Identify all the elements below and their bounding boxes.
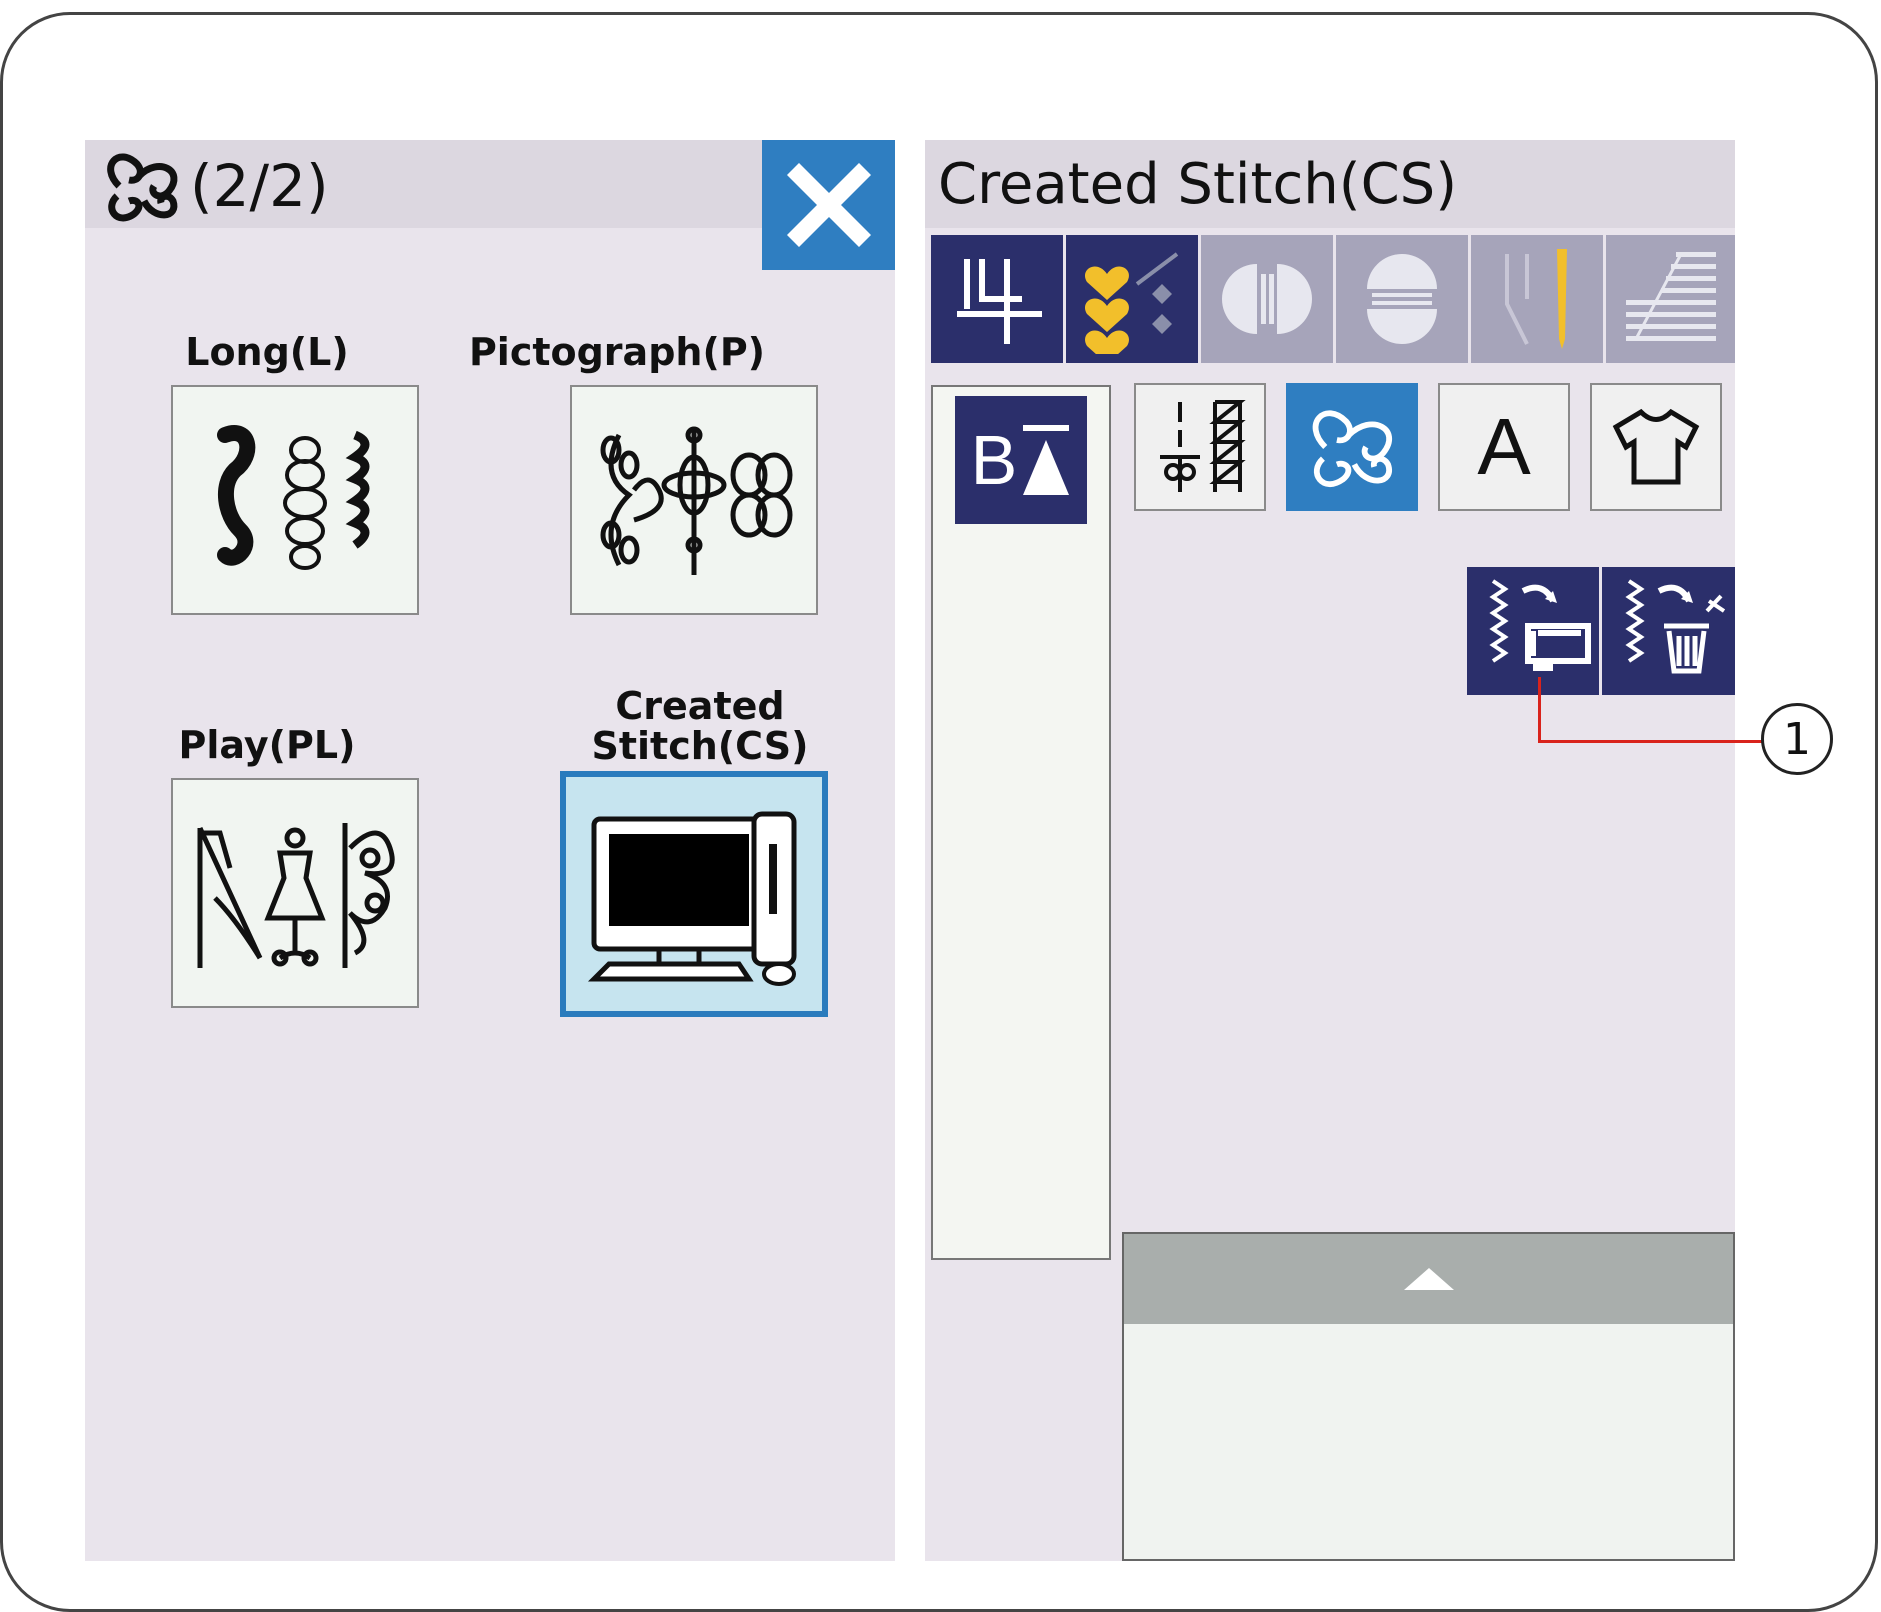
play-stitch-icon bbox=[197, 823, 395, 968]
stitch-bz-button[interactable]: B bbox=[955, 396, 1087, 524]
tab-decorative-hearts[interactable] bbox=[1066, 235, 1198, 363]
category-play-button[interactable] bbox=[171, 778, 419, 1008]
callout-number: 1 bbox=[1761, 703, 1833, 775]
callout-line-horizontal bbox=[1538, 740, 1762, 743]
trash-icon bbox=[1624, 579, 1725, 674]
send-to-machine-icon bbox=[1489, 579, 1591, 671]
close-icon bbox=[786, 163, 871, 247]
garment-button[interactable] bbox=[1590, 383, 1722, 511]
utility-stitch-button[interactable] bbox=[1134, 383, 1266, 511]
tab-needle[interactable] bbox=[1471, 235, 1603, 363]
computer-icon bbox=[587, 811, 797, 986]
buttonhole-icon bbox=[1222, 264, 1312, 334]
callout-line-vertical bbox=[1538, 677, 1541, 742]
long-stitch-icon bbox=[217, 425, 370, 570]
decorative-stitch-icon bbox=[1312, 410, 1393, 488]
category-created-stitch-button[interactable] bbox=[560, 771, 828, 1017]
category-label-play: Play(PL) bbox=[178, 723, 356, 767]
hearts-icon bbox=[1085, 252, 1179, 354]
category-label-pictograph: Pictograph(P) bbox=[468, 330, 766, 374]
scroll-up-button[interactable] bbox=[1124, 1234, 1733, 1324]
created-stitch-header: Created Stitch(CS) bbox=[925, 140, 1735, 228]
category-label-long: Long(L) bbox=[185, 330, 349, 374]
bz-letter: B bbox=[970, 421, 1018, 499]
decorative-stitch-icon bbox=[107, 153, 178, 222]
page-title: Created Stitch(CS) bbox=[938, 152, 1458, 217]
letter-font-button[interactable]: A bbox=[1438, 383, 1570, 511]
quilting-icon bbox=[1625, 252, 1716, 341]
category-long-button[interactable] bbox=[171, 385, 419, 615]
tab-presser-foot[interactable] bbox=[931, 235, 1063, 363]
tab-satin[interactable] bbox=[1336, 235, 1468, 363]
delete-stitch-button[interactable] bbox=[1602, 567, 1735, 695]
shirt-icon bbox=[1612, 408, 1700, 485]
stitch-preview-area bbox=[1122, 1232, 1735, 1561]
decorative-stitch-button[interactable] bbox=[1286, 383, 1418, 511]
category-label-created-stitch: Created Stitch(CS) bbox=[591, 684, 809, 768]
tab-buttonhole[interactable] bbox=[1201, 235, 1333, 363]
created-stitch-panel: Created Stitch(CS) B A bbox=[925, 140, 1735, 1561]
category-pictograph-button[interactable] bbox=[570, 385, 818, 615]
utility-stitch-icon bbox=[1160, 400, 1246, 492]
tab-quilting[interactable] bbox=[1606, 235, 1735, 363]
category-panel: (2/2) Long(L) Pictograph(P) Play(PL) Cre… bbox=[85, 140, 895, 1561]
needle-icon bbox=[1505, 249, 1567, 349]
send-to-machine-button[interactable] bbox=[1467, 567, 1599, 695]
page-indicator: (2/2) bbox=[190, 152, 329, 220]
arrow-up-icon bbox=[1403, 1268, 1454, 1290]
pictograph-stitch-icon bbox=[600, 426, 793, 575]
letter-a-label: A bbox=[1477, 402, 1531, 491]
close-button[interactable] bbox=[762, 140, 895, 270]
presser-foot-icon bbox=[957, 259, 1042, 344]
satin-stitch-icon bbox=[1367, 254, 1437, 344]
triangle-icon bbox=[1023, 425, 1070, 495]
